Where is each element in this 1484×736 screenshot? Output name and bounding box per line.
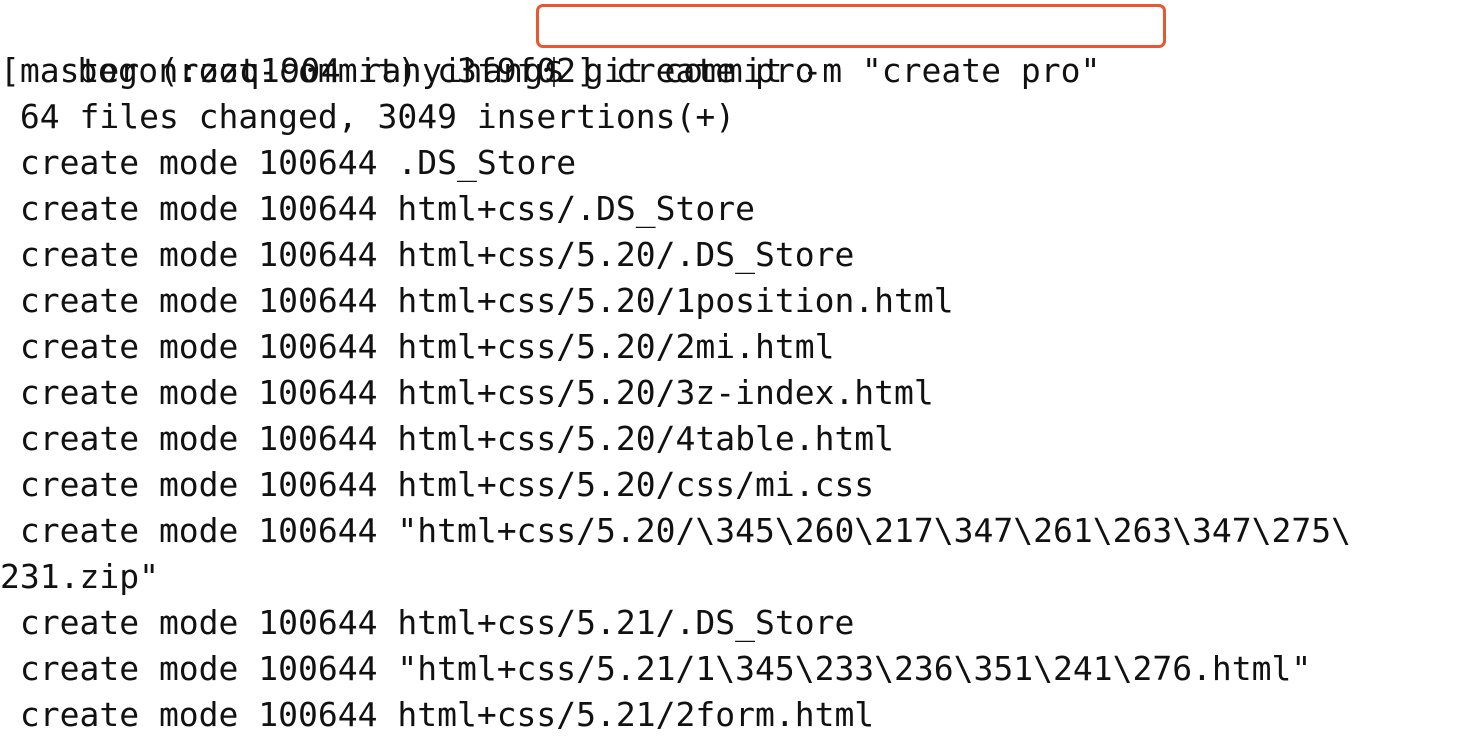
output-line: [master (root-commit) c3f9f02] create pr…: [0, 51, 815, 90]
output-line: create mode 100644 html+css/5.20/2mi.htm…: [0, 327, 835, 366]
output-line: create mode 100644 "html+css/5.20/\345\2…: [0, 511, 1352, 550]
output-line: 231.zip": [0, 557, 159, 596]
output-line: 64 files changed, 3049 insertions(+): [0, 97, 736, 136]
output-line: create mode 100644 html+css/5.20/3z-inde…: [0, 373, 934, 412]
output-line: create mode 100644 html+css/5.20/1positi…: [0, 281, 954, 320]
terminal-window[interactable]: bogon:zzq1904 ranyihang$ git commit -m "…: [0, 0, 1484, 736]
output-line: create mode 100644 html+css/5.20/css/mi.…: [0, 465, 875, 504]
output-line: create mode 100644 html+css/5.21/2form.h…: [0, 695, 875, 734]
output-line: create mode 100644 html+css/.DS_Store: [0, 189, 755, 228]
output-line: create mode 100644 .DS_Store: [0, 143, 577, 182]
output-line: create mode 100644 html+css/5.21/.DS_Sto…: [0, 603, 855, 642]
output-line: create mode 100644 html+css/5.20/4table.…: [0, 419, 895, 458]
command-highlight-box: [536, 4, 1166, 48]
output-line: create mode 100644 "html+css/5.21/1\345\…: [0, 649, 1312, 688]
output-line: create mode 100644 html+css/5.20/.DS_Sto…: [0, 235, 855, 274]
